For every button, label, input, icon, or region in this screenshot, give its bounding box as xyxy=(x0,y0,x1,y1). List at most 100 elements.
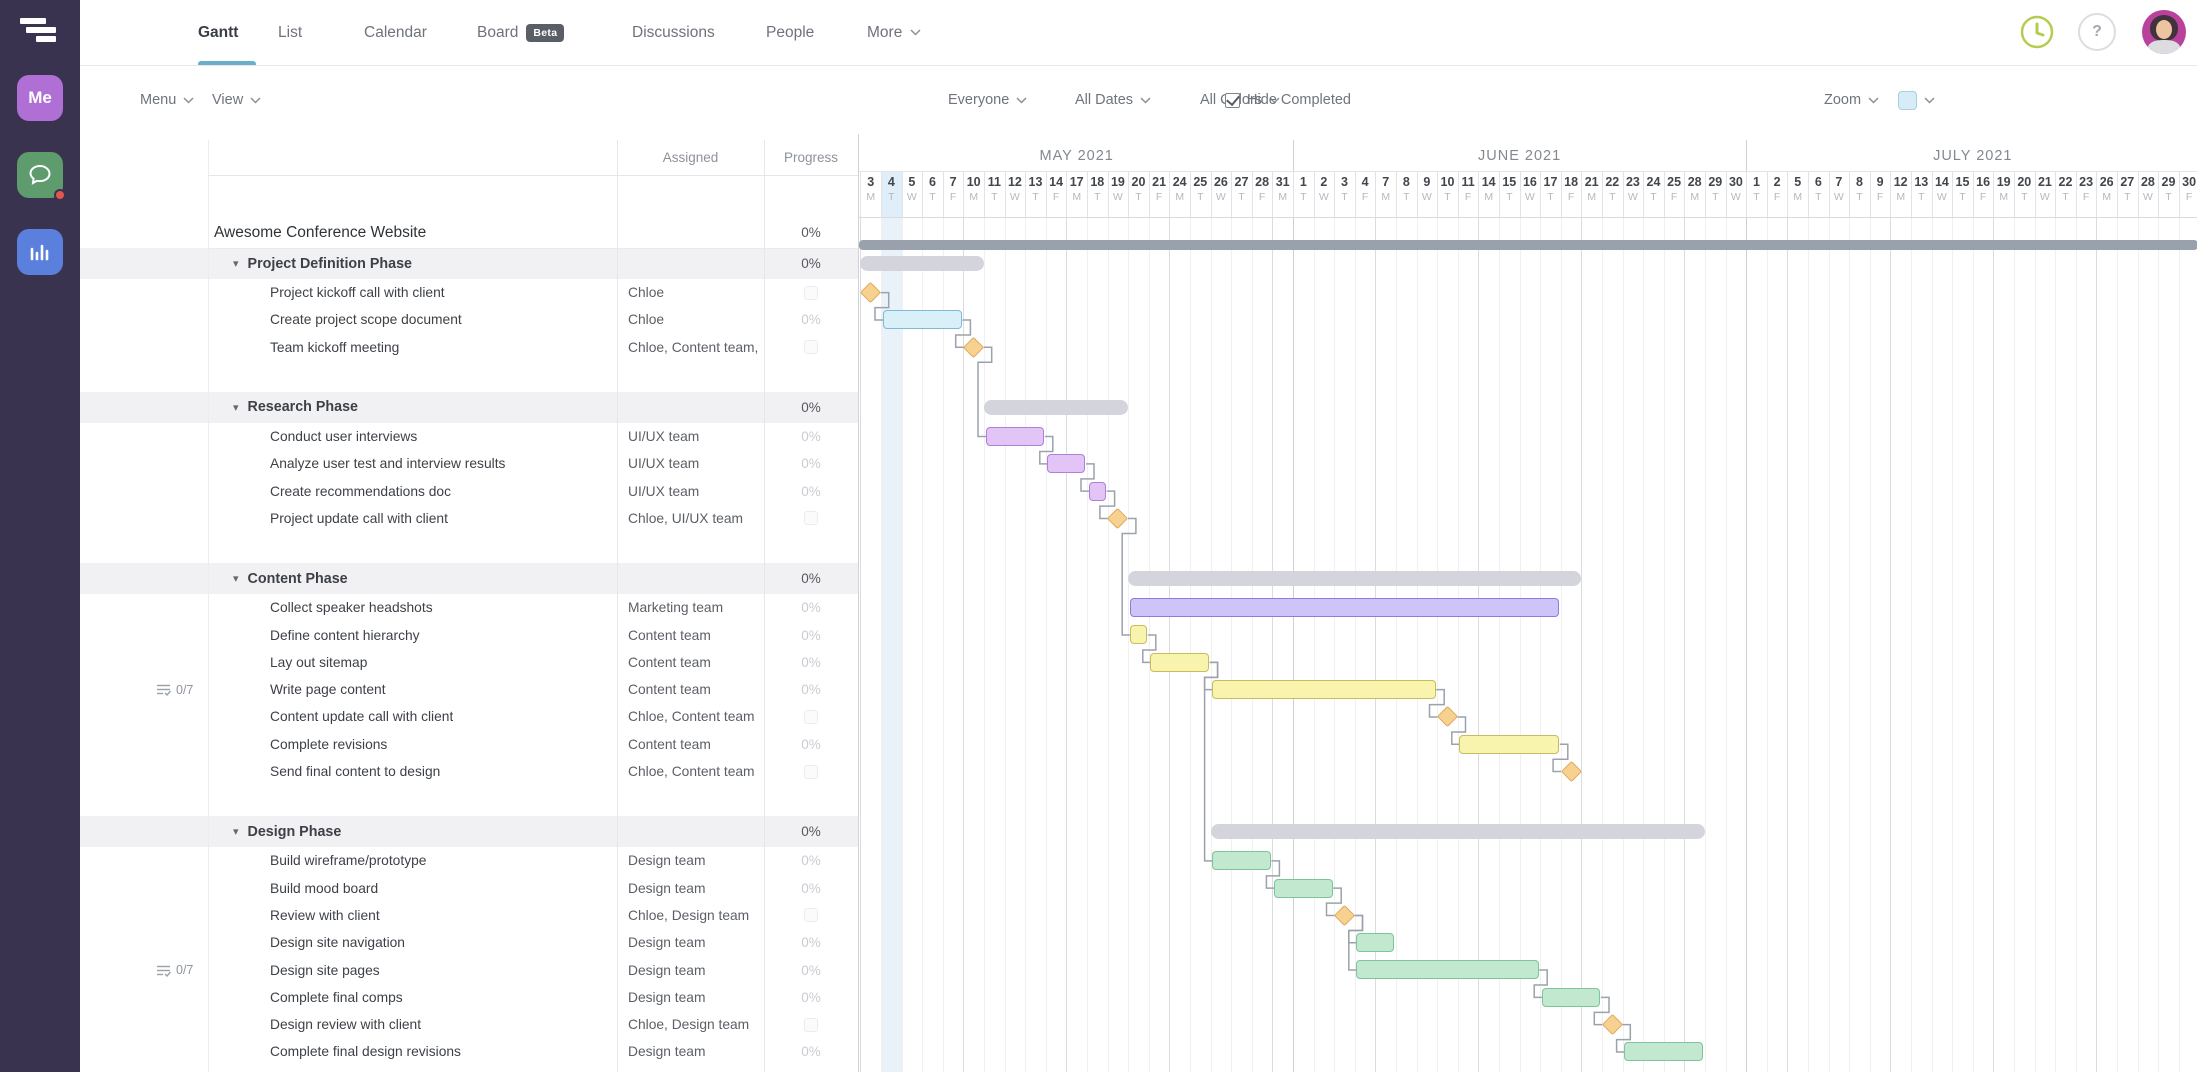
tab-calendar[interactable]: Calendar xyxy=(364,0,427,65)
gantt-bar-write-page-content[interactable] xyxy=(1212,680,1436,699)
zoom-dropdown[interactable]: Zoom xyxy=(1824,66,1879,134)
day-column-header: 7F xyxy=(943,171,964,217)
day-column-header: 30F xyxy=(2179,171,2197,217)
task-row[interactable]: Content update call with clientChloe, Co… xyxy=(80,703,858,730)
gantt-bar-complete-final-design-revisions[interactable] xyxy=(1624,1042,1703,1061)
milestone-checkbox[interactable] xyxy=(804,908,818,922)
gantt-bar-analyze-user-test-and-interview-results[interactable] xyxy=(1047,454,1085,473)
sidebar-tile-chat[interactable] xyxy=(17,152,63,198)
task-row[interactable]: Collect speaker headshotsMarketing team0… xyxy=(80,594,858,621)
task-row[interactable]: 0/7Write page contentContent team0% xyxy=(80,676,858,703)
gantt-bar-create-project-scope-document[interactable] xyxy=(883,310,962,329)
project-row[interactable]: Awesome Conference Website0% xyxy=(80,217,858,248)
teamgantt-logo-icon[interactable] xyxy=(20,18,56,42)
task-assigned: Content team xyxy=(628,649,762,676)
day-column-header: 2F xyxy=(1767,171,1788,217)
phase-row[interactable]: ▾Design Phase0% xyxy=(80,816,858,847)
phase-row[interactable]: ▾Content Phase0% xyxy=(80,563,858,594)
project-progress: 0% xyxy=(764,217,858,248)
sidebar-tile-charts[interactable] xyxy=(17,229,63,275)
phase-bar-content-phase[interactable] xyxy=(1128,571,1581,586)
phase-bar-project-definition-phase[interactable] xyxy=(860,256,984,271)
milestone-checkbox[interactable] xyxy=(804,286,818,300)
help-icon[interactable]: ? xyxy=(2078,13,2118,53)
task-row[interactable]: Complete final compsDesign team0% xyxy=(80,984,858,1011)
spacer-row xyxy=(80,361,858,392)
milestone-checkbox[interactable] xyxy=(804,710,818,724)
milestone-checkbox[interactable] xyxy=(804,511,818,525)
task-row[interactable]: Send final content to designChloe, Conte… xyxy=(80,758,858,785)
tab-discussions[interactable]: Discussions xyxy=(632,0,715,65)
phase-name: ▾Design Phase xyxy=(233,816,341,847)
task-row[interactable]: Build mood boardDesign team0% xyxy=(80,875,858,902)
tab-gantt[interactable]: Gantt xyxy=(198,0,238,65)
checklist-indicator[interactable]: 0/7 xyxy=(156,676,193,703)
gantt-bar-create-recommendations-doc[interactable] xyxy=(1089,482,1107,501)
day-grid-line xyxy=(1128,171,1129,217)
collapse-icon[interactable]: ▾ xyxy=(233,257,239,270)
task-row[interactable]: Conduct user interviewsUI/UX team0% xyxy=(80,423,858,450)
day-column-header: 12M xyxy=(1890,171,1911,217)
task-row[interactable]: Team kickoff meetingChloe, Content team, xyxy=(80,334,858,361)
day-grid-line xyxy=(943,171,944,217)
gantt-bar-build-mood-board[interactable] xyxy=(1274,879,1333,898)
day-column-header: 13T xyxy=(1911,171,1932,217)
milestone-checkbox[interactable] xyxy=(804,340,818,354)
gantt-bar-conduct-user-interviews[interactable] xyxy=(986,427,1045,446)
task-row[interactable]: Create recommendations docUI/UX team0% xyxy=(80,478,858,505)
tab-board[interactable]: BoardBeta xyxy=(477,0,564,65)
phase-bar-research-phase[interactable] xyxy=(984,400,1128,415)
task-row[interactable]: 0/7Design site pagesDesign team0% xyxy=(80,956,858,983)
tab-list[interactable]: List xyxy=(278,0,302,65)
task-row[interactable]: Review with clientChloe, Design team xyxy=(80,902,858,929)
checkbox-checked-icon[interactable] xyxy=(1225,93,1240,108)
task-row[interactable]: Project update call with clientChloe, UI… xyxy=(80,505,858,532)
gantt-bar-collect-speaker-headshots[interactable] xyxy=(1130,598,1560,617)
color-filter-dropdown[interactable] xyxy=(1898,66,1935,134)
hide-completed-checkbox[interactable]: Hide Completed xyxy=(1225,66,1351,134)
gantt-bar-define-content-hierarchy[interactable] xyxy=(1130,625,1148,644)
task-row[interactable]: Define content hierarchyContent team0% xyxy=(80,621,858,648)
gantt-bar-build-wireframe-prototype[interactable] xyxy=(1212,851,1271,870)
collapse-icon[interactable]: ▾ xyxy=(233,825,239,838)
phase-row[interactable]: ▾Project Definition Phase0% xyxy=(80,248,858,279)
gantt-bar-complete-revisions[interactable] xyxy=(1459,735,1559,754)
day-grid-line xyxy=(2138,171,2139,217)
gantt-bar-complete-final-comps[interactable] xyxy=(1542,988,1601,1007)
task-row[interactable]: Design review with clientChloe, Design t… xyxy=(80,1011,858,1038)
view-dropdown[interactable]: View xyxy=(212,66,261,134)
day-grid-line xyxy=(1664,171,1665,217)
task-row[interactable]: Build wireframe/prototypeDesign team0% xyxy=(80,847,858,874)
collapse-icon[interactable]: ▾ xyxy=(233,572,239,585)
milestone-checkbox[interactable] xyxy=(804,765,818,779)
horizontal-scrollbar[interactable] xyxy=(859,240,2197,250)
gantt-bar-design-site-pages[interactable] xyxy=(1356,960,1538,979)
sidebar-tile-me[interactable]: Me xyxy=(17,75,63,121)
checklist-indicator[interactable]: 0/7 xyxy=(156,956,193,983)
gantt-bar-design-site-navigation[interactable] xyxy=(1356,933,1394,952)
task-row[interactable]: Complete revisionsContent team0% xyxy=(80,731,858,758)
task-progress xyxy=(764,758,858,785)
phase-row[interactable]: ▾Research Phase0% xyxy=(80,392,858,423)
phase-bar-design-phase[interactable] xyxy=(1211,824,1705,839)
milestone-checkbox[interactable] xyxy=(804,1018,818,1032)
tab-more[interactable]: More xyxy=(867,0,921,65)
beta-badge: Beta xyxy=(526,24,564,42)
task-name: Project update call with client xyxy=(270,505,448,532)
avatar[interactable] xyxy=(2142,10,2186,54)
task-row[interactable]: Project kickoff call with clientChloe xyxy=(80,279,858,306)
filter-everyone[interactable]: Everyone xyxy=(948,66,1027,134)
task-row[interactable]: Create project scope documentChloe0% xyxy=(80,306,858,333)
collapse-icon[interactable]: ▾ xyxy=(233,401,239,414)
day-grid-line xyxy=(1355,171,1356,217)
task-row[interactable]: Analyze user test and interview resultsU… xyxy=(80,450,858,477)
task-row[interactable]: Complete final design revisionsDesign te… xyxy=(80,1038,858,1065)
clock-icon[interactable] xyxy=(2018,13,2058,53)
gantt-bar-lay-out-sitemap[interactable] xyxy=(1150,653,1209,672)
task-assigned: Content team xyxy=(628,621,762,648)
menu-dropdown[interactable]: Menu xyxy=(140,66,194,134)
tab-people[interactable]: People xyxy=(766,0,814,65)
filter-all-dates[interactable]: All Dates xyxy=(1075,66,1151,134)
task-row[interactable]: Lay out sitemapContent team0% xyxy=(80,649,858,676)
task-row[interactable]: Design site navigationDesign team0% xyxy=(80,929,858,956)
